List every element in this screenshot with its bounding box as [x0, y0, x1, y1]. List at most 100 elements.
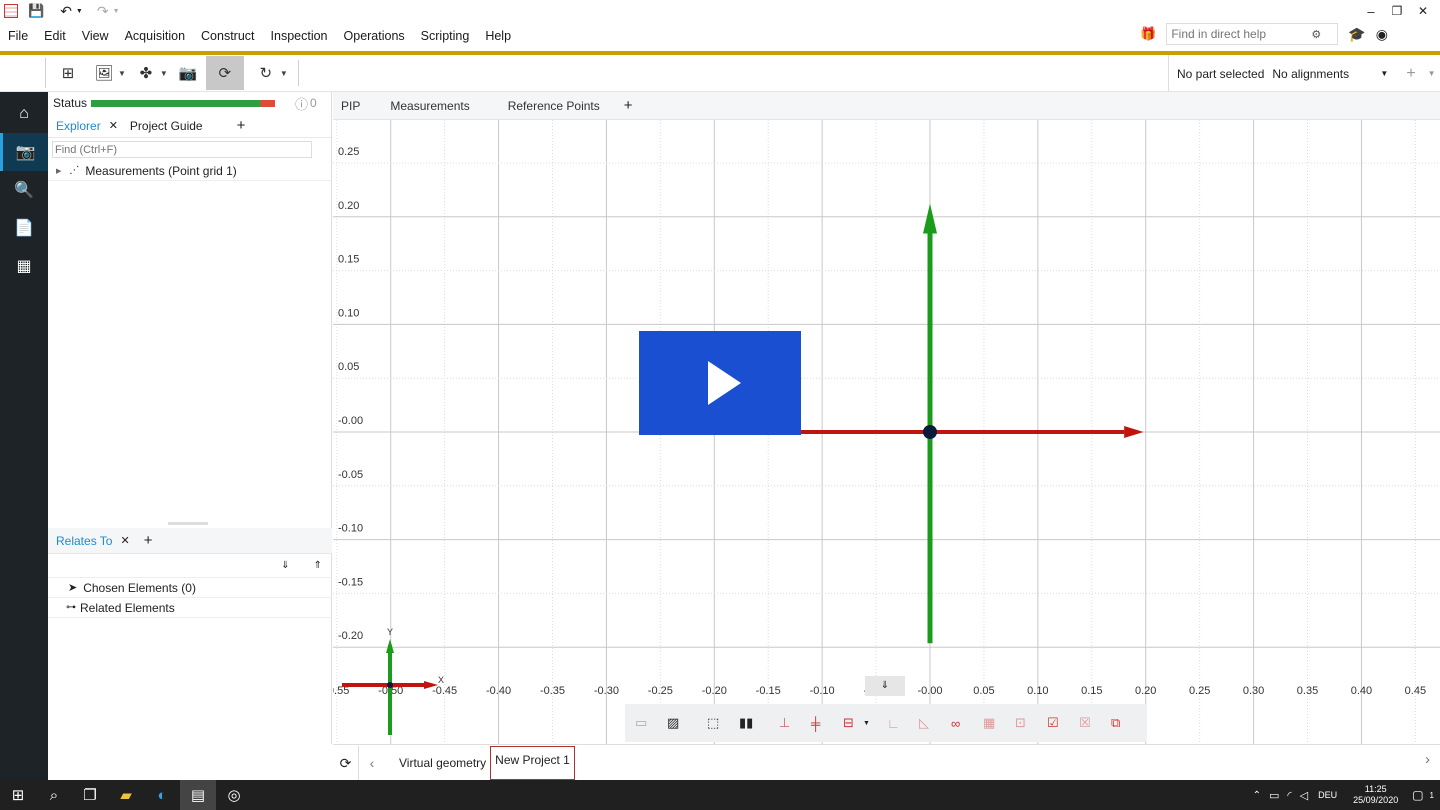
reject-icon[interactable]: ☒: [1079, 715, 1111, 731]
sync-icon[interactable]: ⟳: [205, 56, 244, 90]
gift-icon[interactable]: 🎁: [1140, 26, 1156, 42]
acquisition-nav-icon[interactable]: 📷: [0, 133, 48, 171]
list-item[interactable]: ⊶ Related Elements: [48, 598, 332, 618]
collapse-all-icon[interactable]: ⇓: [281, 560, 289, 571]
menu-item-view[interactable]: View: [74, 24, 117, 48]
part-selector[interactable]: No part selected: [1177, 67, 1264, 81]
explorer-find-input[interactable]: [52, 141, 312, 158]
align-bottom-icon[interactable]: ⊥: [779, 715, 811, 731]
expand-arrow-icon[interactable]: ▶: [56, 167, 61, 175]
tray-chevron-icon[interactable]: ⌃: [1253, 790, 1261, 801]
alignment-selector[interactable]: No alignments: [1272, 67, 1380, 81]
menu-item-edit[interactable]: Edit: [36, 24, 74, 48]
menu-item-construct[interactable]: Construct: [193, 24, 263, 48]
close-button[interactable]: ✕: [1410, 4, 1436, 18]
select-region-icon[interactable]: ⬚: [707, 715, 739, 731]
undo-dropdown-icon[interactable]: ▼: [76, 8, 83, 15]
search-icon[interactable]: ⌕: [36, 780, 72, 810]
import-dropdown-icon[interactable]: ▼: [118, 69, 126, 78]
list-item[interactable]: ➤ Chosen Elements (0): [48, 578, 332, 598]
help-search-input[interactable]: ⚙: [1166, 23, 1339, 45]
help-search-field[interactable]: [1171, 27, 1312, 41]
report-icon[interactable]: 📄: [0, 209, 48, 247]
coordinate-plot[interactable]: -0.55-0.50-0.45-0.40-0.35-0.30-0.25-0.20…: [333, 120, 1440, 744]
restore-button[interactable]: ❐: [1384, 4, 1410, 18]
menu-item-scripting[interactable]: Scripting: [413, 24, 478, 48]
gom-app-icon[interactable]: ▤: [180, 780, 216, 810]
sync-projects-icon[interactable]: ⟳: [333, 745, 359, 780]
inspection-search-icon[interactable]: 🔍: [0, 171, 48, 209]
frame-icon[interactable]: ∟: [887, 716, 919, 731]
expand-all-icon[interactable]: ⇑: [314, 560, 322, 571]
menu-item-acquisition[interactable]: Acquisition: [117, 24, 193, 48]
network-icon[interactable]: ◜: [1287, 789, 1291, 802]
splitter-handle[interactable]: [168, 522, 208, 525]
help-search-icon[interactable]: ⚙: [1311, 28, 1321, 41]
project-tab-virtual-geometry[interactable]: Virtual geometry: [385, 756, 490, 770]
menu-item-inspection[interactable]: Inspection: [263, 24, 336, 48]
undo-icon[interactable]: ↶: [60, 3, 72, 20]
home-icon[interactable]: ⌂: [0, 95, 48, 133]
tree-item[interactable]: ▶ ⋰ Measurements (Point grid 1): [48, 161, 331, 181]
display-mode-icon[interactable]: ▭: [635, 715, 667, 731]
origin-point[interactable]: [923, 425, 937, 439]
grid-select-icon[interactable]: ▦: [983, 715, 1015, 731]
add-tab-icon[interactable]: +: [237, 117, 246, 134]
components-icon[interactable]: ✤: [132, 59, 160, 87]
scroll-left-icon[interactable]: ‹: [359, 755, 385, 771]
distribute-icon[interactable]: ⊟: [843, 715, 863, 731]
close-explorer-icon[interactable]: ✕: [109, 119, 118, 132]
obs-icon[interactable]: ◎: [216, 780, 252, 810]
add-relates-tab-icon[interactable]: +: [144, 532, 153, 549]
language-indicator[interactable]: DEU: [1318, 790, 1337, 800]
play-video-button[interactable]: [639, 331, 801, 435]
new-element-icon[interactable]: ⊞: [54, 59, 82, 87]
graduation-cap-icon[interactable]: 🎓: [1348, 26, 1365, 43]
collapse-toolbar-button[interactable]: ⇓: [865, 676, 905, 696]
components-dropdown-icon[interactable]: ▼: [160, 69, 168, 78]
file-explorer-icon[interactable]: ▰: [108, 780, 144, 810]
grid-workspace-icon[interactable]: ▦: [0, 247, 48, 285]
redo-icon[interactable]: ↷: [97, 3, 109, 20]
minimize-button[interactable]: –: [1358, 4, 1384, 19]
alignment-dropdown-icon[interactable]: ▼: [1380, 69, 1388, 78]
align-middle-icon[interactable]: ╪: [811, 716, 843, 731]
windows-start-icon[interactable]: ⊞: [0, 780, 36, 810]
menu-item-operations[interactable]: Operations: [336, 24, 413, 48]
task-view-icon[interactable]: ❐: [72, 780, 108, 810]
volume-icon[interactable]: ◁: [1300, 789, 1308, 802]
battery-icon[interactable]: ▭: [1269, 789, 1279, 802]
fit-icon[interactable]: ⊡: [1015, 715, 1047, 731]
user-account-icon[interactable]: ◉: [1376, 26, 1388, 43]
edge-browser-icon[interactable]: ◐: [144, 780, 180, 810]
tab-reference-points[interactable]: Reference Points: [508, 92, 600, 120]
refresh-icon[interactable]: ↻: [252, 59, 280, 87]
project-tab-new-project[interactable]: New Project 1: [490, 745, 575, 780]
clock[interactable]: 11:25 25/09/2020: [1353, 784, 1398, 806]
3d-viewport[interactable]: PIP Measurements Reference Points + -0.5…: [333, 92, 1440, 744]
distribute-dropdown-icon[interactable]: ▼: [863, 720, 887, 727]
more-dropdown-icon[interactable]: ▼: [1428, 69, 1436, 78]
tab-project-guide[interactable]: Project Guide: [130, 119, 203, 133]
tab-relates-to[interactable]: Relates To: [56, 534, 112, 548]
save-icon[interactable]: 💾: [28, 3, 44, 19]
angle-icon[interactable]: ◺: [919, 715, 951, 731]
add-alignment-icon[interactable]: +: [1406, 65, 1415, 83]
tab-explorer[interactable]: Explorer: [56, 119, 101, 133]
split-view-icon[interactable]: ▮▮: [739, 715, 779, 731]
transform-icon[interactable]: ⧉: [1111, 715, 1143, 731]
tab-measurements[interactable]: Measurements: [390, 92, 469, 120]
tab-pip[interactable]: PIP: [341, 92, 360, 120]
camera-icon[interactable]: 📷: [174, 59, 202, 87]
link-icon[interactable]: ∞: [951, 716, 983, 731]
menu-item-help[interactable]: Help: [477, 24, 519, 48]
info-icon[interactable]: ⓘ: [295, 94, 308, 113]
refresh-dropdown-icon[interactable]: ▼: [280, 69, 288, 78]
slash-tool-icon[interactable]: ▨: [667, 715, 707, 731]
notifications-icon[interactable]: ▢: [1412, 788, 1423, 802]
menu-item-file[interactable]: File: [0, 24, 36, 48]
redo-dropdown-icon[interactable]: ▼: [113, 8, 120, 15]
close-relates-icon[interactable]: ✕: [120, 534, 129, 547]
check-icon[interactable]: ☑: [1047, 715, 1079, 731]
import-image-icon[interactable]: 🖼: [90, 59, 118, 87]
